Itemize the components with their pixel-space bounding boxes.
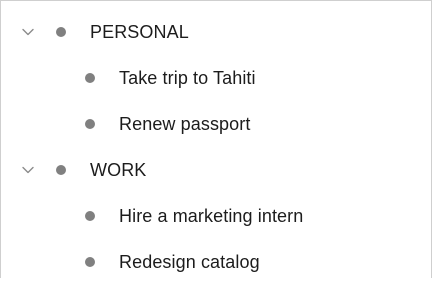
outline-item-take-trip[interactable]: Take trip to Tahiti [1,55,433,101]
bullet-icon[interactable] [85,257,95,267]
outline-item-hire-intern[interactable]: Hire a marketing intern [1,193,433,239]
bullet-icon[interactable] [85,119,95,129]
bullet-icon[interactable] [56,27,66,37]
outline-item-label[interactable]: Hire a marketing intern [119,206,303,226]
chevron-down-icon[interactable] [21,25,35,39]
outline-item-work[interactable]: WORK [1,147,433,193]
bullet-icon[interactable] [56,165,66,175]
outline-item-redesign-catalog[interactable]: Redesign catalog [1,239,433,285]
outline-item-label[interactable]: PERSONAL [90,22,189,42]
chevron-down-icon[interactable] [21,163,35,177]
bullet-icon[interactable] [85,211,95,221]
bullet-icon[interactable] [85,73,95,83]
outline-item-label[interactable]: WORK [90,160,146,180]
outline-item-label[interactable]: Redesign catalog [119,252,260,272]
outline-item-renew-passport[interactable]: Renew passport [1,101,433,147]
outline-item-personal[interactable]: PERSONAL [1,9,433,55]
outline-item-label[interactable]: Take trip to Tahiti [119,68,256,88]
outline-item-label[interactable]: Renew passport [119,114,250,134]
outline-list: PERSONAL Take trip to Tahiti Renew passp… [0,0,432,278]
